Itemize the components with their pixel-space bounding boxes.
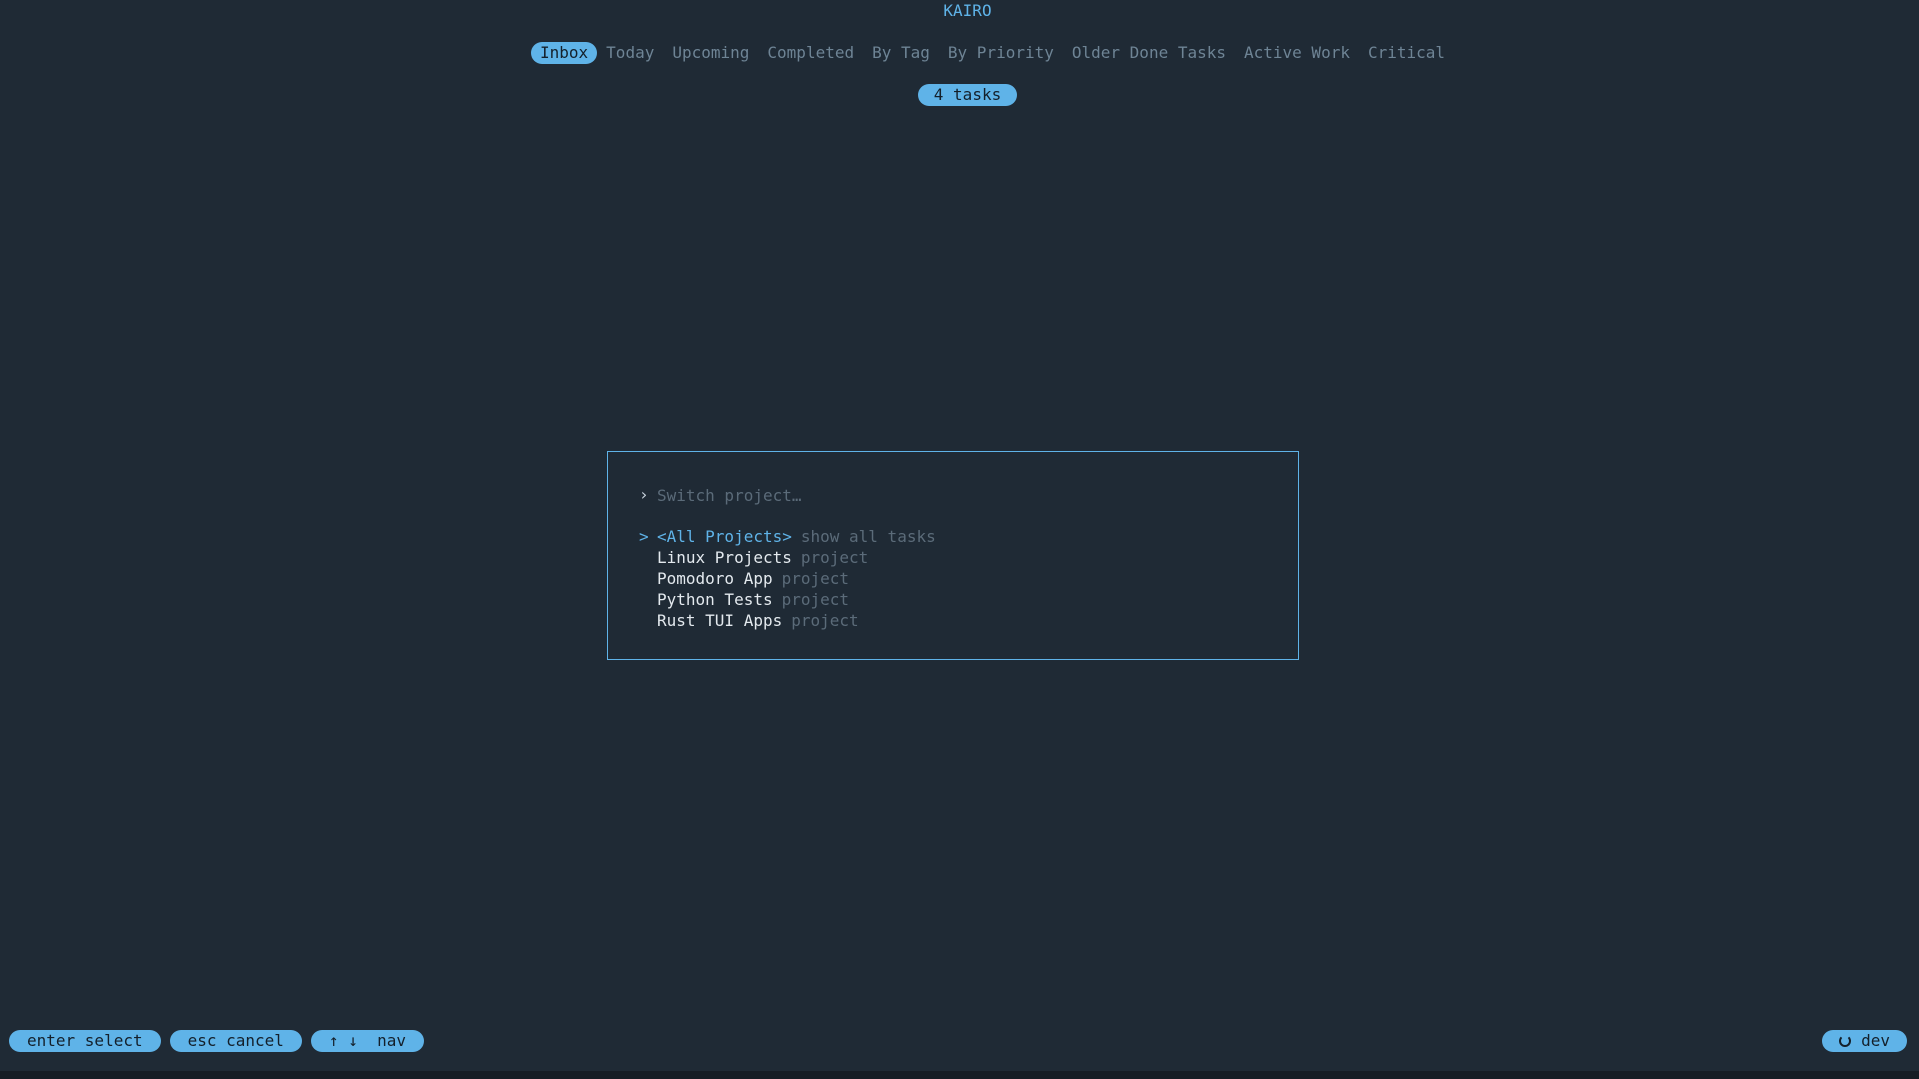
project-switcher-dialog: › > <All Projects> show all tasks Linux … [607,451,1299,660]
environment-label: dev [1861,1031,1890,1050]
cursor-spacer [639,610,647,631]
tab-older-done-tasks[interactable]: Older Done Tasks [1063,42,1235,64]
app-screen: KAIRO Inbox Today Upcoming Completed By … [0,0,1919,1079]
task-count-badge: 4 tasks [918,84,1017,106]
keybinding-hints: enter select esc cancel ↑ ↓ nav [9,1030,424,1052]
project-name: <All Projects> [657,527,792,546]
esc-cancel-hint[interactable]: esc cancel [169,1030,302,1052]
tab-completed[interactable]: Completed [758,42,863,64]
project-list: > <All Projects> show all tasks Linux Pr… [639,526,936,631]
cursor-spacer [639,589,647,610]
project-description: project [781,569,850,588]
tab-by-tag[interactable]: By Tag [863,42,939,64]
project-description: show all tasks [800,527,936,546]
tab-by-priority[interactable]: By Priority [939,42,1063,64]
arrow-nav-hint[interactable]: ↑ ↓ nav [310,1030,424,1052]
project-item-pomodoro-app[interactable]: Pomodoro App project [639,568,936,589]
project-name: Python Tests [657,590,773,609]
environment-badge: dev [1822,1030,1907,1052]
tab-inbox[interactable]: Inbox [531,42,598,64]
selection-cursor-icon: > [639,527,649,546]
project-name: Linux Projects [657,548,792,567]
project-item-linux-projects[interactable]: Linux Projects project [639,547,936,568]
project-item-all-projects[interactable]: > <All Projects> show all tasks [639,526,936,547]
tab-today[interactable]: Today [597,42,663,64]
tab-critical[interactable]: Critical [1359,42,1454,64]
cursor-spacer [639,568,647,589]
window-bottom-border [0,1071,1919,1079]
project-description: project [800,548,869,567]
project-item-python-tests[interactable]: Python Tests project [639,589,936,610]
project-name: Pomodoro App [657,569,773,588]
app-title: KAIRO [943,1,992,20]
project-search-row: › [639,484,1157,506]
tab-upcoming[interactable]: Upcoming [663,42,758,64]
project-description: project [791,611,859,630]
tab-active-work[interactable]: Active Work [1235,42,1359,64]
prompt-chevron-icon: › [639,485,649,504]
project-item-rust-tui-apps[interactable]: Rust TUI Apps project [639,610,936,631]
sync-icon [1839,1035,1852,1047]
project-search-input[interactable] [657,484,1157,506]
cursor-spacer [639,547,647,568]
enter-select-hint[interactable]: enter select [9,1030,161,1052]
project-name: Rust TUI Apps [657,611,783,630]
view-tabs: Inbox Today Upcoming Completed By Tag By… [531,42,1454,64]
project-description: project [781,590,850,609]
